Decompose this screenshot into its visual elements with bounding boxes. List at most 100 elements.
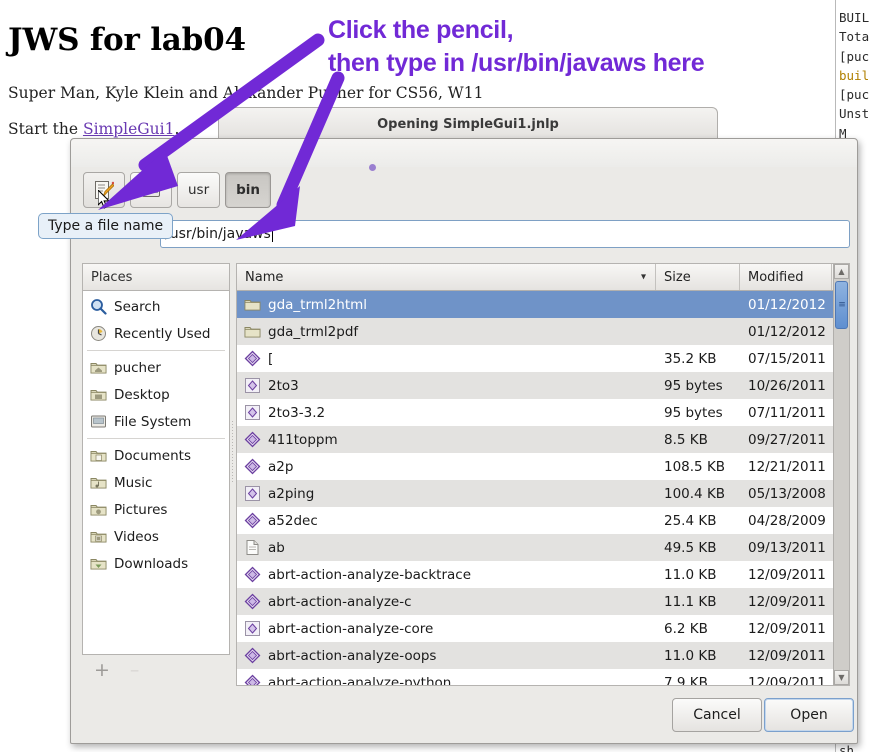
scroll-down-button[interactable]: ▼ xyxy=(834,670,849,685)
table-row[interactable]: a2p 108.5 KB 12/21/2011 xyxy=(237,453,849,480)
file-name-label: a2p xyxy=(268,458,294,475)
file-name-label: [ xyxy=(268,350,274,367)
cancel-button[interactable]: Cancel xyxy=(672,698,762,732)
executable-icon xyxy=(244,431,261,448)
table-row[interactable]: a52dec 25.4 KB 04/28/2009 xyxy=(237,507,849,534)
path-button-bin[interactable]: bin xyxy=(225,172,272,208)
file-name-cell: abrt-action-analyze-c xyxy=(237,593,656,610)
table-row[interactable]: abrt-action-analyze-core 6.2 KB 12/09/2011 xyxy=(237,615,849,642)
table-row[interactable]: [35.2 KB 07/15/2011 xyxy=(237,345,849,372)
sidebar-item-pucher[interactable]: pucher xyxy=(83,354,229,381)
table-row[interactable]: 2to3 95 bytes 10/26/2011 xyxy=(237,372,849,399)
file-name-cell: 2to3 xyxy=(237,377,656,394)
sidebar-item-label: pucher xyxy=(114,359,161,376)
file-name-cell: 411toppm xyxy=(237,431,656,448)
opening-dialog-titlebar[interactable]: Opening SimpleGui1.jnlp xyxy=(218,107,718,141)
page-title: JWS for lab04 xyxy=(8,22,246,58)
table-row[interactable]: gda_trml2pdf 01/12/2012 xyxy=(237,318,849,345)
executable-icon xyxy=(244,566,261,583)
purple-dot-marker xyxy=(369,164,376,171)
file-size-cell: 7.9 KB xyxy=(664,674,708,686)
sidebar-item-file-system[interactable]: File System xyxy=(83,408,229,435)
add-place-button[interactable]: + xyxy=(94,659,110,681)
sidebar-resize-grip[interactable] xyxy=(231,420,235,484)
file-name-cell: abrt-action-analyze-backtrace xyxy=(237,566,656,583)
open-button[interactable]: Open xyxy=(764,698,854,732)
table-row[interactable]: a2ping 100.4 KB 05/13/2008 xyxy=(237,480,849,507)
terminal-line: buil xyxy=(839,67,870,83)
sidebar-item-desktop[interactable]: Desktop xyxy=(83,381,229,408)
table-row[interactable]: abrt-action-analyze-c 11.1 KB 12/09/2011 xyxy=(237,588,849,615)
file-name-cell: a2ping xyxy=(237,485,656,502)
clock-icon xyxy=(90,325,107,342)
videos-folder-icon xyxy=(90,528,107,545)
file-modified-cell: 07/15/2011 xyxy=(748,350,826,367)
scrollbar-thumb[interactable]: ≡ xyxy=(835,281,848,329)
table-row[interactable]: abrt-action-analyze-backtrace 11.0 KB 12/0… xyxy=(237,561,849,588)
file-list-scrollbar[interactable]: ▲ ≡ ▼ xyxy=(833,264,849,685)
file-size-cell: 11.1 KB xyxy=(664,593,717,610)
sidebar-item-label: Desktop xyxy=(114,386,170,403)
sidebar-item-documents[interactable]: Documents xyxy=(83,442,229,469)
executable-icon xyxy=(244,512,261,529)
file-name-cell: [ xyxy=(237,350,656,367)
sidebar-item-label: File System xyxy=(114,413,192,430)
table-row[interactable]: ab 49.5 KB 09/13/2011 xyxy=(237,534,849,561)
screen: JWS for lab04 Super Man, Kyle Klein and … xyxy=(0,0,875,752)
location-input[interactable]: /usr/bin/javaws xyxy=(160,220,850,248)
scroll-up-button[interactable]: ▲ xyxy=(834,264,849,279)
file-list-body: gda_trml2html 01/12/2012 gda_trml2pdf 01/12… xyxy=(237,291,849,686)
file-name-label: a52dec xyxy=(268,512,318,529)
places-header: Places xyxy=(83,264,229,291)
table-row[interactable]: 2to3-3.2 95 bytes 07/11/2011 xyxy=(237,399,849,426)
file-size-cell: 100.4 KB xyxy=(664,485,726,502)
dialog-top-strip xyxy=(71,139,857,167)
simplegui-link[interactable]: SimpleGui1 xyxy=(83,120,175,138)
table-row[interactable]: abrt-action-analyze-python 7.9 KB 12/09/20… xyxy=(237,669,849,686)
edit-location-pencil-button[interactable] xyxy=(83,172,125,208)
downloads-folder-icon xyxy=(90,555,107,572)
column-header-modified[interactable]: Modified xyxy=(740,264,832,290)
sidebar-item-search[interactable]: Search xyxy=(83,293,229,320)
executable-icon xyxy=(244,350,261,367)
file-name-cell: a52dec xyxy=(237,512,656,529)
drive-icon xyxy=(141,181,161,199)
terminal-line: [puc xyxy=(839,87,870,103)
table-row[interactable]: 411toppm 8.5 KB 09/27/2011 xyxy=(237,426,849,453)
folder-icon xyxy=(244,296,261,313)
path-toolbar: usr bin xyxy=(83,170,272,210)
file-name-label: 2to3 xyxy=(268,377,299,394)
script-icon xyxy=(244,620,261,637)
sidebar-item-pictures[interactable]: Pictures xyxy=(83,496,229,523)
file-modified-cell: 09/13/2011 xyxy=(748,539,826,556)
script-icon xyxy=(244,404,261,421)
column-header-size[interactable]: Size xyxy=(656,264,740,290)
sidebar-item-recently-used[interactable]: Recently Used xyxy=(83,320,229,347)
places-list: Search Recently Used pucher Desktop File Sys… xyxy=(83,291,229,577)
file-modified-cell: 01/12/2012 xyxy=(748,323,826,340)
column-header-name[interactable]: Name ▾ xyxy=(237,264,656,290)
table-row[interactable]: abrt-action-analyze-oops 11.0 KB 12/09/201… xyxy=(237,642,849,669)
sidebar-item-videos[interactable]: Videos xyxy=(83,523,229,550)
open-button-label: Open xyxy=(790,707,828,723)
file-modified-cell: 10/26/2011 xyxy=(748,377,826,394)
places-sidebar: Places Search Recently Used pucher Desktop F… xyxy=(82,263,230,655)
file-icon xyxy=(244,539,261,556)
sidebar-item-downloads[interactable]: Downloads xyxy=(83,550,229,577)
opening-dialog-title: Opening SimpleGui1.jnlp xyxy=(377,117,559,132)
filesystem-root-button[interactable] xyxy=(130,172,172,208)
sidebar-item-label: Downloads xyxy=(114,555,189,572)
file-name-label: 2to3-3.2 xyxy=(268,404,326,421)
search-icon xyxy=(90,298,107,315)
column-header-name-label: Name xyxy=(245,269,284,285)
file-name-label: ab xyxy=(268,539,285,556)
sidebar-item-music[interactable]: Music xyxy=(83,469,229,496)
path-button-usr[interactable]: usr xyxy=(177,172,221,208)
file-name-cell: gda_trml2pdf xyxy=(237,323,656,340)
page-authors: Super Man, Kyle Klein and Alexander Puch… xyxy=(8,84,484,102)
table-row[interactable]: gda_trml2html 01/12/2012 xyxy=(237,291,849,318)
script-icon xyxy=(244,377,261,394)
file-size-cell: 95 bytes xyxy=(664,404,723,421)
annotation-text: Click the pencil, then type in /usr/bin/… xyxy=(328,14,705,80)
file-list-header: Name ▾ Size Modified xyxy=(237,264,849,291)
